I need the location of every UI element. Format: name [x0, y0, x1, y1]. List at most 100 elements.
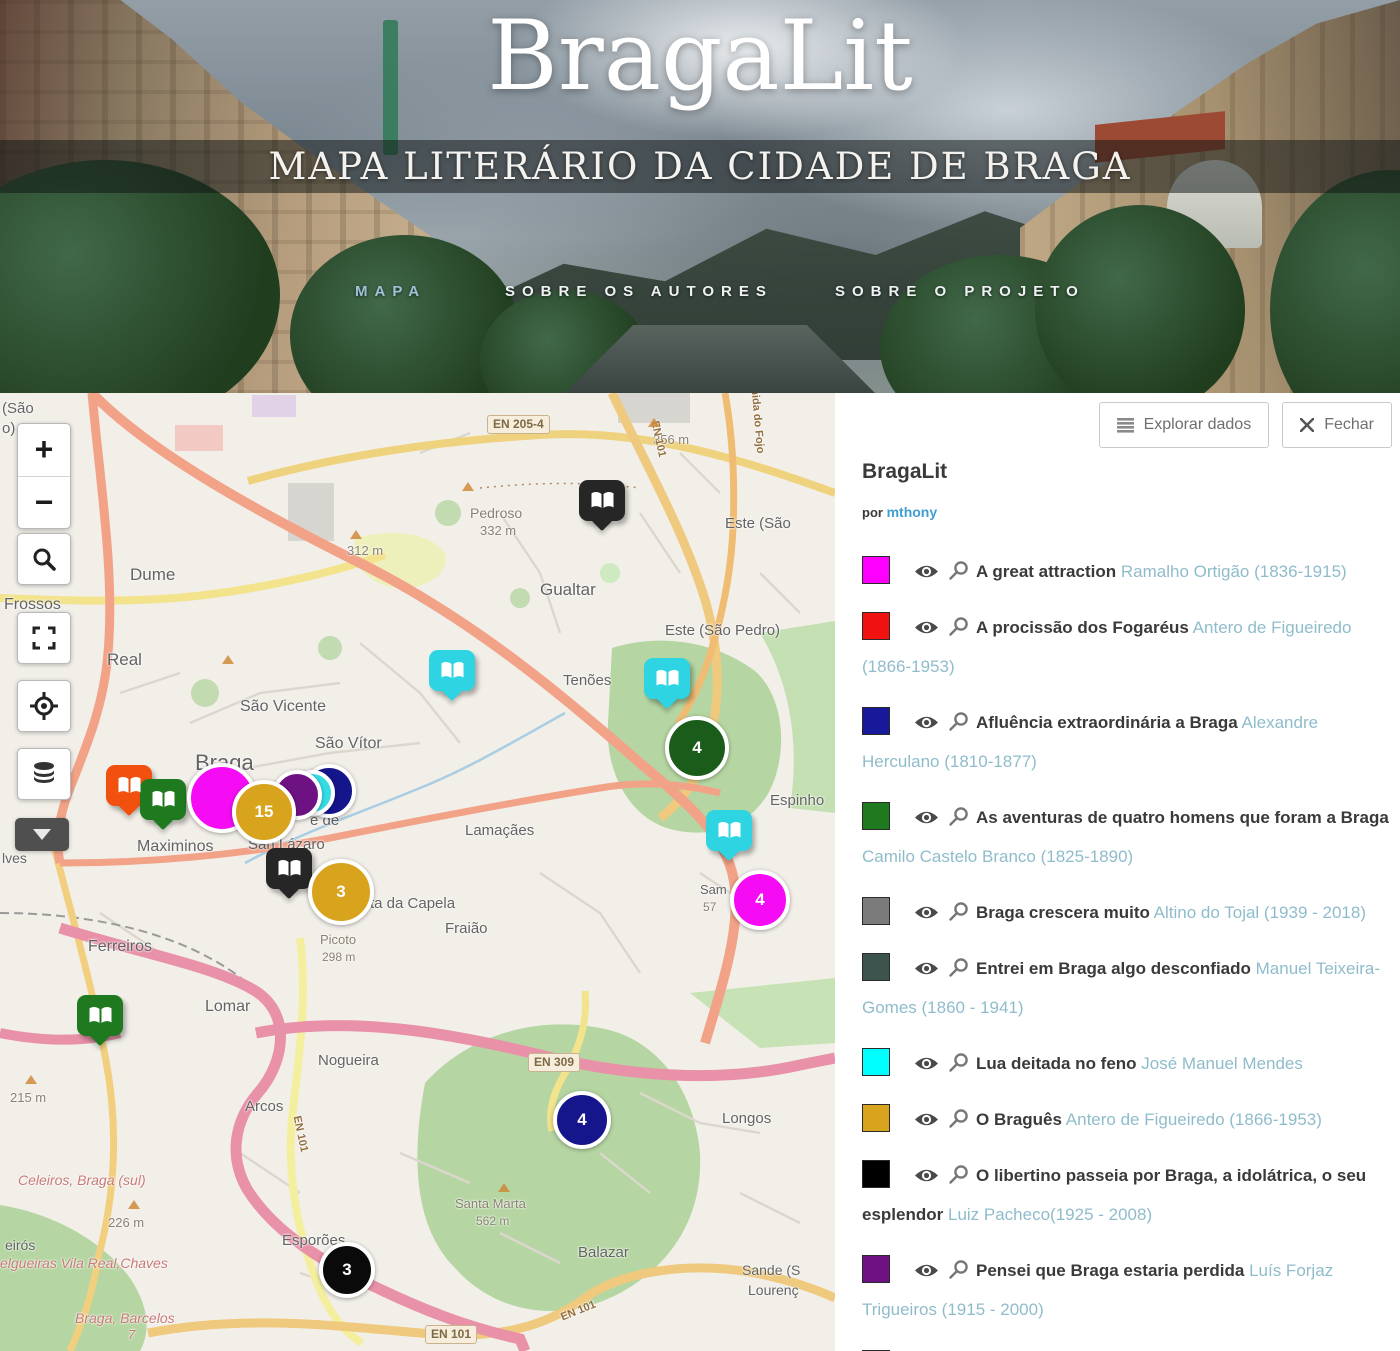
zoom-in-button[interactable]: + [18, 424, 70, 477]
map-cluster-marker[interactable]: 15 [232, 780, 296, 844]
site-title: BragaLit [0, 0, 1400, 126]
map-author-link[interactable]: mthony [887, 504, 938, 520]
visibility-toggle-icon[interactable] [914, 810, 939, 825]
layer-title: Braga crescera muito [976, 903, 1150, 922]
explore-data-button[interactable]: Explorar dados [1099, 402, 1270, 448]
map-cluster-marker[interactable]: 3 [319, 1242, 375, 1298]
legend-item: Braga crescera muito Altino do Tojal (19… [862, 893, 1392, 932]
zoom-out-button[interactable]: − [18, 477, 70, 529]
map-marker-book-pin[interactable] [706, 810, 752, 851]
visibility-toggle-icon[interactable] [914, 620, 939, 635]
zoom-to-layer-icon[interactable] [948, 1164, 969, 1185]
nav-item-sobre-o-projeto[interactable]: SOBRE O PROJETO [835, 283, 1085, 300]
map-label: elgueiras Vila Real,Chaves [0, 1255, 168, 1271]
zoom-to-layer-icon[interactable] [948, 901, 969, 922]
legend-item: Afluência extraordinária a Braga Alexand… [862, 703, 1392, 781]
nav-item-mapa[interactable]: MAPA [355, 283, 426, 300]
legend-list: A great attraction Ramalho Ortigão (1836… [862, 552, 1392, 1351]
zoom-to-layer-icon[interactable] [948, 1259, 969, 1280]
map-label: ta da Capela [370, 895, 455, 912]
visibility-toggle-icon[interactable] [914, 564, 939, 579]
map-marker-book-pin[interactable] [579, 480, 625, 521]
map-cluster-marker[interactable]: 4 [730, 870, 790, 930]
map-label: 7 [128, 1327, 135, 1342]
zoom-to-layer-icon[interactable] [948, 711, 969, 732]
locate-icon [30, 692, 58, 720]
author-link[interactable]: José Manuel Mendes [1141, 1054, 1303, 1073]
legend-item: A great attraction Ramalho Ortigão (1836… [862, 552, 1392, 591]
map-label: Longos [722, 1110, 771, 1127]
layer-title: A great attraction [976, 562, 1116, 581]
layer-title: Entrei em Braga algo desconfiado [976, 959, 1251, 978]
author-link[interactable]: Luiz Pacheco(1925 - 2008) [948, 1205, 1152, 1224]
map-label: Picoto [320, 932, 356, 947]
by-label: por [862, 505, 883, 520]
map-search-button[interactable] [17, 533, 71, 585]
map-cluster-marker[interactable]: 3 [308, 859, 374, 925]
zoom-to-layer-icon[interactable] [948, 560, 969, 581]
map-label: Maximinos [137, 838, 213, 856]
nav-item-sobre-os-autores[interactable]: SOBRE OS AUTORES [505, 283, 773, 300]
map-label: 215 m [10, 1090, 46, 1105]
map-label: 298 m [322, 950, 355, 964]
visibility-toggle-icon[interactable] [914, 1056, 939, 1071]
cluster-count: 3 [336, 882, 345, 902]
legend-item: Lua deitada no feno José Manuel Mendes [862, 1044, 1392, 1083]
header-hero: BragaLit MAPA LITERÁRIO DA CIDADE DE BRA… [0, 0, 1400, 393]
layer-title: As aventuras de quatro homens que foram … [976, 808, 1389, 827]
road-ref-badge: EN 205-4 [487, 415, 550, 434]
layer-color-swatch [862, 953, 890, 981]
map-label: Braga, Barcelos [75, 1310, 175, 1326]
map-marker-book-pin[interactable] [140, 779, 186, 820]
map-label: Sande (S [742, 1262, 800, 1278]
author-link[interactable]: Ramalho Ortigão (1836-1915) [1121, 562, 1347, 581]
peak-triangle-icon [498, 1183, 510, 1192]
road-ref-badge: EN 309 [528, 1053, 580, 1072]
zoom-to-layer-icon[interactable] [948, 616, 969, 637]
map-cluster-marker[interactable]: 4 [665, 716, 729, 780]
collapse-controls-button[interactable] [15, 818, 69, 851]
visibility-toggle-icon[interactable] [914, 1112, 939, 1127]
map-marker-book-pin[interactable] [644, 658, 690, 699]
legend-item: O libertino passeia por Braga, a idolátr… [862, 1156, 1392, 1234]
open-book-icon [716, 820, 743, 841]
layers-button[interactable] [17, 748, 71, 800]
map-cluster-marker[interactable]: 4 [553, 1091, 611, 1149]
open-book-icon [276, 858, 303, 879]
layer-title: Pensei que Braga estaria perdida [976, 1261, 1244, 1280]
layer-color-swatch [862, 707, 890, 735]
locate-button[interactable] [17, 680, 71, 732]
map-label: 562 m [476, 1214, 509, 1228]
author-link[interactable]: Antero de Figueiredo (1866-1953) [1066, 1110, 1322, 1129]
visibility-toggle-icon[interactable] [914, 905, 939, 920]
map-marker-book-pin[interactable] [266, 848, 312, 889]
zoom-to-layer-icon[interactable] [948, 1052, 969, 1073]
peak-triangle-icon [222, 655, 234, 664]
map-marker-book-pin[interactable] [429, 650, 475, 691]
close-icon [1300, 418, 1314, 432]
close-panel-button[interactable]: Fechar [1282, 402, 1392, 448]
author-link[interactable]: Altino do Tojal (1939 - 2018) [1154, 903, 1366, 922]
cluster-count: 15 [255, 802, 274, 822]
zoom-to-layer-icon[interactable] [948, 806, 969, 827]
map-canvas[interactable]: (Sãoo)FrossosDumeRealPedroso332 m312 m35… [0, 393, 835, 1351]
panel-toolbar: Explorar dados Fechar [862, 402, 1392, 448]
visibility-toggle-icon[interactable] [914, 961, 939, 976]
author-link[interactable]: Camilo Castelo Branco (1825-1890) [862, 847, 1133, 866]
visibility-toggle-icon[interactable] [914, 1263, 939, 1278]
zoom-to-layer-icon[interactable] [948, 1108, 969, 1129]
map-label: Dume [130, 565, 175, 585]
visibility-toggle-icon[interactable] [914, 1168, 939, 1183]
map-label: Lomar [205, 998, 250, 1016]
zoom-to-layer-icon[interactable] [948, 957, 969, 978]
map-label: Espinho [770, 792, 824, 809]
layer-color-swatch [862, 556, 890, 584]
map-label: (São [2, 400, 34, 417]
visibility-toggle-icon[interactable] [914, 715, 939, 730]
map-label: 57 [703, 900, 716, 914]
peak-triangle-icon [25, 1075, 37, 1084]
map-marker-book-pin[interactable] [77, 995, 123, 1036]
map-label: Este (São Pedro) [665, 622, 780, 639]
fullscreen-button[interactable] [17, 612, 71, 664]
layer-color-swatch [862, 802, 890, 830]
